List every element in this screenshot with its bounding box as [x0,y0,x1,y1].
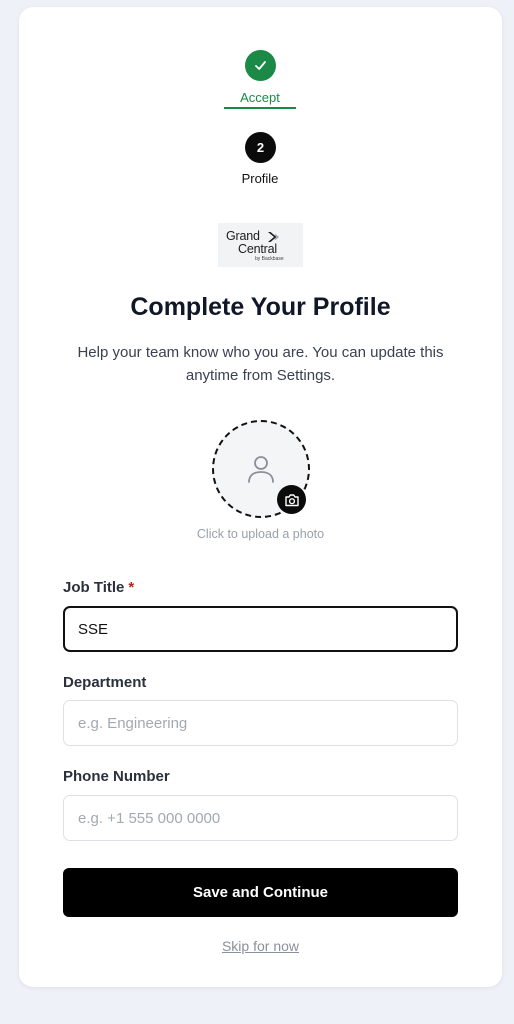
logo-line-grand: Grand [226,229,260,243]
job-title-input[interactable] [63,606,458,652]
camera-button[interactable] [277,485,306,514]
step-accept-circle [245,50,276,81]
user-icon [248,456,274,483]
check-icon [255,61,266,70]
job-title-label-text: Job Title [63,579,125,596]
logo-line-backbase: by Backbase [255,256,284,262]
department-input[interactable] [63,700,458,746]
logo-line-central: Central [238,242,277,256]
profile-card: Accept 2 Profile Grand Central by Backba… [19,7,502,987]
skip-for-now-link[interactable]: Skip for now [19,938,502,954]
step-accept-label: Accept [240,90,280,105]
grand-central-logo: Grand Central by Backbase [218,223,303,267]
upload-hint: Click to upload a photo [196,527,325,541]
step-profile-label: Profile [241,171,279,186]
department-label: Department [63,674,147,691]
required-mark: * [128,579,135,596]
phone-input[interactable] [63,795,458,841]
save-and-continue-button[interactable]: Save and Continue [63,868,458,917]
job-title-label: Job Title * [63,579,134,596]
page-title: Complete Your Profile [130,293,391,321]
step-profile-circle: 2 [245,132,276,163]
step-accept-underline [224,107,296,109]
camera-icon [284,493,299,506]
page-subtitle: Help your team know who you are. You can… [77,344,444,384]
phone-label: Phone Number [63,768,170,785]
